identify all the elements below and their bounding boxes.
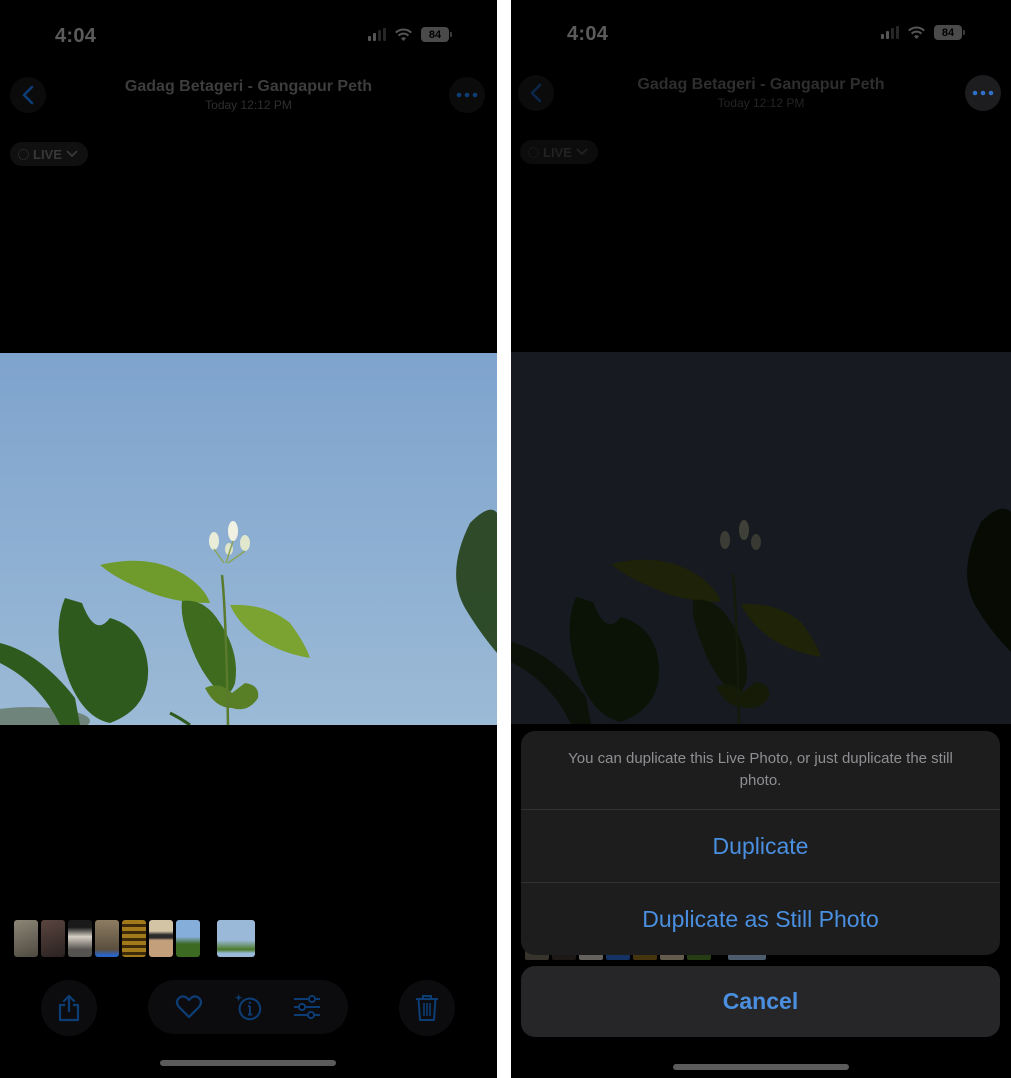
thumbnail[interactable] [176, 920, 200, 957]
chevron-down-icon [66, 150, 78, 158]
status-icons: 84 [368, 27, 452, 42]
duplicate-button[interactable]: Duplicate [521, 810, 1000, 882]
trash-icon [416, 995, 438, 1021]
photo-location-title: Gadag Betageri - Gangapur Peth [124, 78, 373, 95]
ellipsis-icon [972, 90, 994, 96]
duplicate-as-still-photo-button[interactable]: Duplicate as Still Photo [521, 883, 1000, 955]
status-time: 4:04 [567, 23, 609, 45]
live-photo-icon [528, 146, 539, 158]
thumbnail[interactable] [149, 920, 173, 957]
cellular-signal-icon [368, 28, 386, 41]
thumbnail[interactable] [41, 920, 65, 957]
photo-timestamp: Today 12:12 PM [717, 96, 805, 110]
sliders-icon [293, 995, 320, 1019]
cancel-button[interactable]: Cancel [521, 966, 1000, 1037]
wifi-icon [395, 28, 412, 41]
thumbnail-selected[interactable] [217, 920, 255, 957]
edit-adjust-button[interactable] [292, 992, 322, 1022]
home-indicator[interactable] [673, 1064, 849, 1070]
header: Gadag Betageri - Gangapur Peth Today 12:… [0, 78, 497, 112]
favorite-button[interactable] [174, 992, 204, 1022]
header: Gadag Betageri - Gangapur Peth Today 12:… [511, 76, 1011, 110]
photo-actions-toolbar [148, 980, 348, 1034]
live-photo-toggle[interactable]: LIVE [10, 142, 88, 166]
battery-level: 84 [421, 27, 449, 42]
info-button[interactable] [233, 992, 263, 1022]
photo-image[interactable] [0, 353, 497, 725]
photo-location-title: Gadag Betageri - Gangapur Peth [637, 76, 885, 93]
status-time: 4:04 [55, 25, 97, 47]
delete-button[interactable] [399, 980, 455, 1036]
battery-level: 84 [934, 25, 962, 40]
thumbnail[interactable] [68, 920, 92, 957]
more-options-button[interactable] [449, 77, 485, 113]
home-indicator[interactable] [160, 1060, 336, 1066]
cellular-signal-icon [881, 26, 899, 39]
duplicate-action-sheet: You can duplicate this Live Photo, or ju… [521, 731, 1000, 955]
chevron-down-icon [576, 148, 588, 156]
live-label: LIVE [543, 144, 572, 160]
thumbnail-strip[interactable] [14, 920, 255, 957]
info-sparkle-icon [234, 993, 262, 1021]
share-button[interactable] [41, 980, 97, 1036]
heart-icon [176, 995, 203, 1019]
photo-viewer-duplicate-sheet-screen: 4:04 84 Gadag Betageri - Gangapur Peth T… [511, 0, 1011, 1078]
wifi-icon [908, 26, 925, 39]
photo-image-dimmed [511, 352, 1011, 724]
live-label: LIVE [33, 146, 62, 162]
thumbnail[interactable] [95, 920, 119, 957]
photo-timestamp: Today 12:12 PM [205, 98, 292, 112]
more-options-button[interactable] [965, 75, 1001, 111]
action-sheet-message: You can duplicate this Live Photo, or ju… [568, 750, 953, 789]
battery-icon: 84 [934, 25, 965, 40]
thumbnail[interactable] [14, 920, 38, 957]
photo-viewer-screen: 4:04 84 Gadag Betageri - Gangapur Peth T… [0, 0, 497, 1078]
live-photo-toggle[interactable]: LIVE [520, 140, 598, 164]
share-icon [58, 994, 80, 1022]
status-icons: 84 [881, 25, 965, 40]
battery-icon: 84 [421, 27, 452, 42]
live-photo-icon [18, 148, 29, 160]
ellipsis-icon [456, 92, 478, 98]
thumbnail[interactable] [122, 920, 146, 957]
